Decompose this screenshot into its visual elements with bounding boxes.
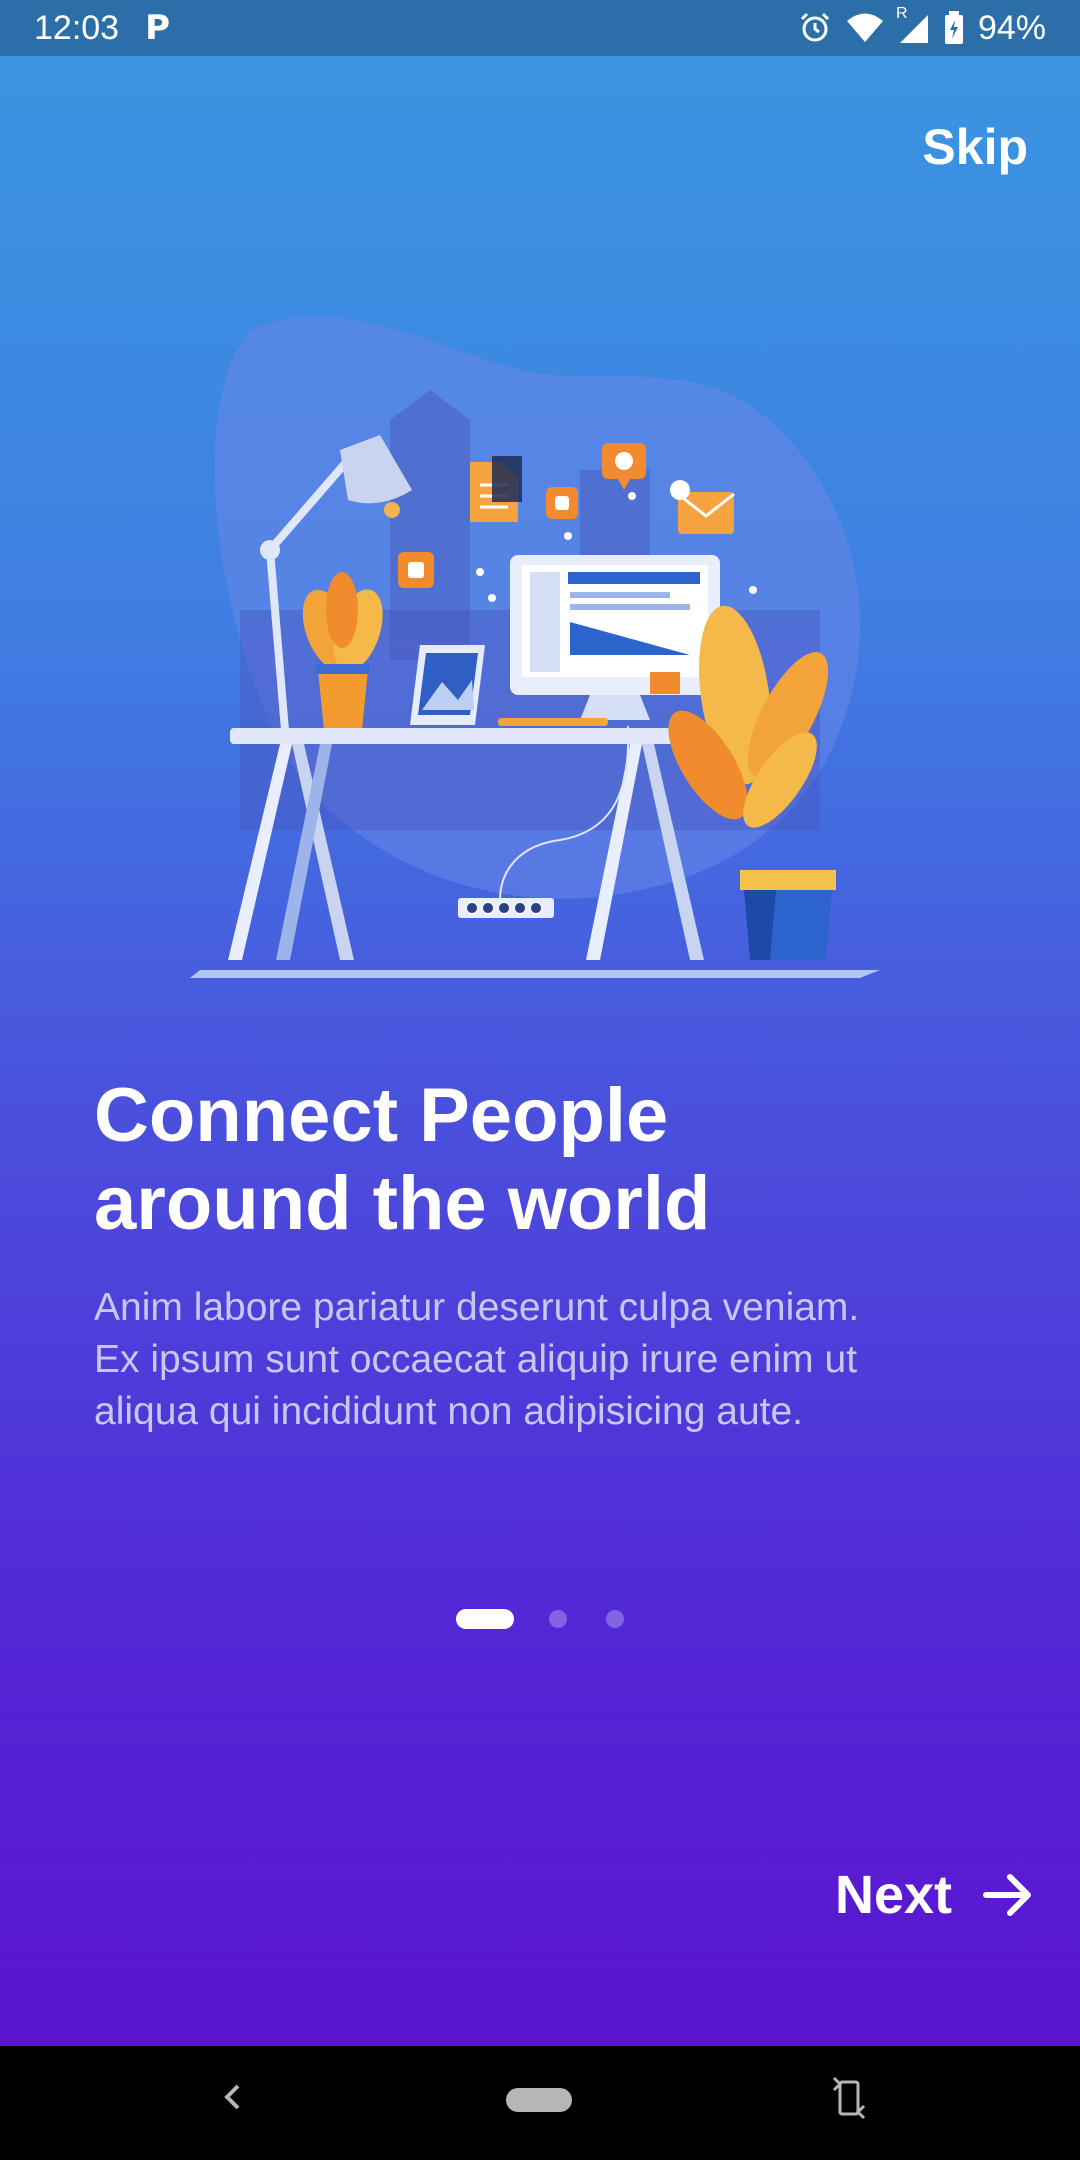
system-nav-bar bbox=[0, 2046, 1080, 2160]
wifi-icon bbox=[846, 12, 884, 44]
signal-icon: R bbox=[896, 5, 930, 45]
description: Anim labore pariatur deserunt culpa veni… bbox=[94, 1282, 994, 1438]
page-dot-2[interactable] bbox=[549, 1610, 567, 1628]
skip-button[interactable]: Skip bbox=[922, 118, 1028, 176]
title-line-1: Connect People bbox=[94, 1073, 669, 1158]
next-label: Next bbox=[834, 1865, 952, 1925]
next-button[interactable]: Next bbox=[835, 1864, 1034, 1926]
title-line-2: around the world bbox=[94, 1161, 711, 1246]
arrow-right-icon bbox=[983, 1874, 1031, 1916]
battery-icon bbox=[944, 11, 964, 45]
rotate-icon[interactable] bbox=[832, 2076, 866, 2120]
desk-illustration bbox=[190, 316, 880, 978]
battery-percent: 94% bbox=[977, 8, 1046, 47]
description-line-1: Anim labore pariatur deserunt culpa veni… bbox=[94, 1286, 860, 1329]
page-indicator bbox=[0, 1606, 1080, 1630]
status-bar: 12:03 P R 94% bbox=[0, 0, 1080, 56]
description-line-3: aliqua qui incididunt non adipisicing au… bbox=[94, 1390, 804, 1433]
back-icon[interactable] bbox=[220, 2082, 244, 2112]
onboarding-screen: 12:03 P R 94% Skip Connect People around… bbox=[0, 0, 1080, 2046]
page-title: Connect People around the world bbox=[94, 1072, 994, 1248]
status-time: 12:03 bbox=[34, 8, 120, 47]
alarm-icon bbox=[798, 11, 832, 45]
page-dot-3[interactable] bbox=[606, 1610, 624, 1628]
description-line-2: Ex ipsum sunt occaecat aliquip irure eni… bbox=[94, 1338, 858, 1381]
page-dot-1[interactable] bbox=[456, 1609, 514, 1629]
parking-app-icon: P bbox=[145, 8, 171, 48]
home-pill[interactable] bbox=[506, 2088, 572, 2112]
roaming-indicator: R bbox=[895, 5, 908, 22]
